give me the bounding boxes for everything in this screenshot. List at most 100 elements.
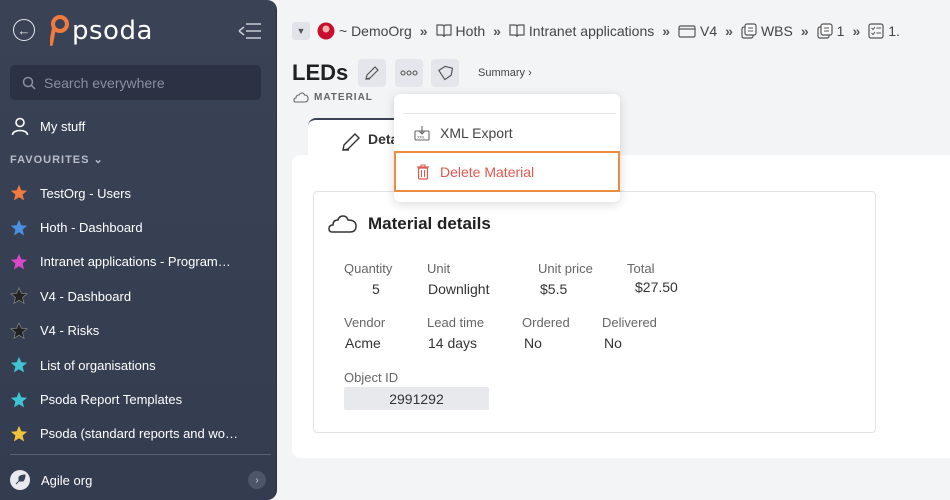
favourite-item[interactable]: V4 - Dashboard (10, 279, 266, 313)
svg-text:XML: XML (417, 136, 425, 140)
breadcrumb-separator: » (493, 23, 501, 39)
search-icon (22, 76, 36, 90)
search-input[interactable] (44, 74, 244, 91)
chevron-down-icon: ⌄ (93, 154, 104, 166)
breadcrumb-item[interactable]: 1 (817, 23, 845, 39)
org-switcher[interactable]: Agile org › (10, 467, 268, 493)
object-type-text: MATERIAL (314, 92, 373, 103)
quantity-value: 5 (372, 281, 380, 297)
star-icon (10, 357, 28, 373)
breadcrumb-item[interactable]: ~ DemoOrg (317, 22, 412, 40)
favourite-item[interactable]: List of organisations (10, 348, 266, 382)
org-label: Agile org (41, 472, 93, 488)
checklist-icon (868, 23, 884, 39)
breadcrumb-label: Hoth (455, 23, 486, 39)
summary-link[interactable]: Summary › (478, 67, 532, 79)
favourites-heading[interactable]: FAVOURITES ⌄ (10, 153, 104, 166)
star-icon (10, 185, 28, 201)
material-details-card: Material details Quantity 5 Unit Downlig… (313, 191, 876, 433)
favourite-item[interactable]: V4 - Risks (10, 314, 266, 348)
sidebar-header: ← psoda (0, 0, 277, 65)
delete-material-menu-item[interactable]: Delete Material (394, 151, 620, 192)
favourite-label: Intranet applications - Programme… (40, 254, 240, 270)
breadcrumb-label: WBS (760, 23, 793, 39)
tag-button[interactable] (431, 59, 459, 87)
favourite-label: List of organisations (40, 357, 156, 373)
favourite-label: V4 - Dashboard (40, 288, 132, 304)
object-type-label: MATERIAL (293, 92, 373, 103)
psoda-logo-icon (50, 15, 69, 46)
lead-time-value: 14 days (428, 335, 478, 351)
delete-material-label: Delete Material (440, 163, 535, 180)
book-icon (435, 24, 452, 38)
breadcrumb-separator: » (852, 23, 861, 39)
breadcrumb-item[interactable]: WBS (741, 23, 793, 39)
object-id-value: 2991292 (344, 387, 489, 410)
chevron-right-icon[interactable]: › (248, 471, 266, 489)
sidebar-divider (10, 454, 271, 455)
breadcrumb-separator: » (800, 23, 809, 39)
back-button[interactable]: ← (13, 19, 35, 41)
tab-details[interactable]: Deta (308, 118, 408, 158)
window-icon (678, 24, 696, 38)
breadcrumb-label: ~ DemoOrg (339, 23, 412, 39)
delivered-label: Delivered (602, 315, 657, 330)
breadcrumb: ▼ ~ DemoOrg » Hoth » Intranet applicatio… (292, 19, 900, 43)
my-stuff-link[interactable]: My stuff (10, 113, 85, 139)
unit-label: Unit (427, 261, 451, 276)
page-title: LEDs (292, 60, 349, 85)
org-avatar-icon (317, 22, 335, 40)
breadcrumb-label: 1. (888, 23, 900, 39)
breadcrumb-dropdown-button[interactable]: ▼ (292, 22, 310, 40)
collapse-sidebar-icon[interactable] (238, 22, 262, 40)
breadcrumb-item[interactable]: V4 (678, 23, 717, 39)
favourite-item[interactable]: Psoda Report Templates (10, 382, 266, 416)
material-icon (293, 92, 309, 103)
user-icon (11, 117, 29, 136)
star-icon (10, 253, 28, 270)
sidebar: ← psoda My stuff FAV (0, 0, 277, 500)
breadcrumb-item[interactable]: Intranet applications (509, 23, 654, 39)
breadcrumb-label: 1 (836, 23, 845, 39)
object-id-label: Object ID (344, 370, 399, 385)
breadcrumb-separator: » (419, 23, 428, 39)
xml-export-menu-item[interactable]: XML XML Export (394, 113, 620, 153)
favourites-label: FAVOURITES (10, 154, 90, 166)
favourite-item[interactable]: TestOrg - Users (10, 176, 266, 210)
xml-export-icon: XML (414, 126, 430, 141)
layers-icon (741, 23, 757, 39)
psoda-logo[interactable]: psoda (50, 14, 153, 48)
breadcrumb-item[interactable]: 1. (868, 23, 900, 39)
xml-export-label: XML Export (440, 125, 513, 141)
search-box (10, 65, 261, 100)
trash-icon (417, 164, 429, 180)
edit-button[interactable] (358, 59, 386, 87)
my-stuff-label: My stuff (40, 118, 86, 134)
star-icon (10, 425, 28, 442)
breadcrumb-item[interactable]: Hoth (435, 23, 486, 39)
more-options-button[interactable] (395, 59, 423, 87)
favourite-item[interactable]: Intranet applications - Programme… (10, 245, 266, 279)
total-label: Total (627, 261, 655, 276)
unit-price-label: Unit price (538, 261, 593, 276)
ordered-value: No (524, 335, 542, 351)
card-title-text: Material details (368, 214, 491, 233)
favourite-label: TestOrg - Users (40, 185, 132, 201)
star-icon (10, 219, 28, 235)
breadcrumb-separator: » (662, 23, 671, 39)
favourites-list: TestOrg - Users Hoth - Dashboard Intrane… (10, 176, 266, 451)
quantity-label: Quantity (344, 261, 393, 276)
ordered-label: Ordered (522, 315, 570, 330)
star-icon (10, 321, 28, 339)
layers-icon (817, 23, 833, 39)
favourite-item[interactable]: Psoda (standard reports and work… (10, 417, 266, 451)
material-icon (328, 215, 357, 233)
pencil-icon (342, 133, 360, 151)
breadcrumb-label: V4 (700, 23, 718, 39)
favourite-item[interactable]: Hoth - Dashboard (10, 210, 266, 244)
more-icon (400, 70, 418, 76)
favourite-label: Hoth - Dashboard (40, 220, 143, 236)
book-icon (509, 24, 525, 38)
pencil-icon (365, 66, 379, 80)
tag-icon (438, 65, 453, 81)
